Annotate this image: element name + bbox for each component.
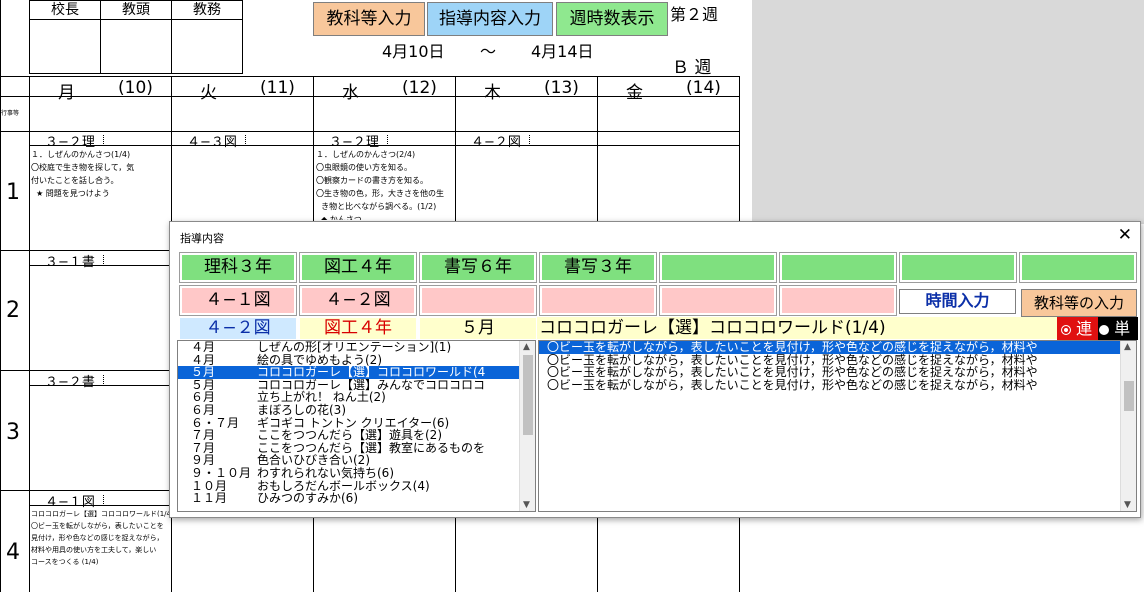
grid-line (0, 76, 740, 77)
subject-tab[interactable]: 書写３年 (539, 252, 657, 283)
day-name-wed: 水 (342, 83, 359, 103)
lesson-note: コロコロガーレ【選】コロコロワールド(1/4) 〇ビー玉を転がしながら，表したい… (31, 510, 174, 566)
list-item[interactable]: １１月 ひみつのすみか(6) (178, 492, 535, 505)
list-item[interactable]: ５月 コロコロガーレ【選】コロコロワールド(4 (178, 366, 535, 379)
range-start: 4月10日 (382, 42, 445, 61)
stamp-label: 校長 (30, 1, 100, 20)
class-tab[interactable] (419, 285, 537, 316)
day-name-mon: 月 (58, 83, 75, 103)
day-num-wed: (12) (402, 78, 437, 98)
scroll-thumb[interactable] (523, 355, 533, 435)
unit-list[interactable]: ４月 しぜんの形[オリエンテーション](1) ４月 絵の具でゆめもよう(2) ５月コ… (177, 340, 536, 512)
grid-line (29, 76, 30, 592)
time-input-button[interactable]: 時間入力 (899, 289, 1016, 314)
close-icon[interactable]: ✕ (1118, 225, 1132, 245)
class-tab[interactable] (659, 285, 777, 316)
period-number: 4 (6, 540, 20, 565)
content-item[interactable]: 〇ビー玉を転がしながら，表したいことを見付け，形や色などの感じを捉えながら，材料… (539, 354, 1121, 367)
class-cell[interactable]: ４−３図 (187, 131, 246, 150)
lesson-note: １．しぜんのかんさつ(2/4) 〇虫眼鏡の使い方を知る。 〇観察カードの書き方を… (316, 150, 444, 220)
lesson-note: １．しぜんのかんさつ(1/4) 〇校庭で生き物を探して，気 付いたことを話し合う… (31, 150, 135, 198)
subject-tab[interactable] (779, 252, 897, 283)
stamp-principal: 校長 (29, 0, 101, 74)
day-num-tue: (11) (260, 78, 295, 98)
period-number: 2 (6, 298, 20, 323)
week-label: 第２週 (670, 5, 719, 24)
subject-label: 図工４年 (300, 318, 416, 339)
class-cell[interactable]: ４−２図 (471, 131, 530, 150)
subject-entry-button[interactable]: 教科等の入力 (1021, 289, 1137, 317)
subject-tab[interactable]: 理科３年 (179, 252, 297, 283)
instruction-dialog: 指導内容 ✕ 理科３年 図工４年 書写６年 書写３年 ４−１図 ４−２図 時間入… (169, 221, 1141, 518)
content-scrollbar[interactable]: ▲ ▼ (1120, 341, 1136, 511)
period-number: 1 (6, 180, 20, 205)
list-item[interactable]: ７月 ここをつつんだら【選】遊具を(2) (178, 429, 535, 442)
list-scrollbar[interactable]: ▲ ▼ (519, 341, 535, 511)
subject-input-button[interactable]: 教科等入力 (313, 2, 425, 36)
radio-consecutive[interactable]: 連 (1057, 317, 1098, 340)
radio-dot-icon (1099, 324, 1109, 335)
scroll-thumb[interactable] (1124, 381, 1134, 411)
events-row-label: 行事等 (1, 110, 20, 117)
class-cell-label: ３−２書 (45, 375, 95, 390)
class-label: ４−２図 (180, 318, 296, 339)
range-end: 4月14日 (531, 42, 594, 61)
scroll-down-icon[interactable]: ▼ (523, 500, 530, 510)
content-item[interactable]: 〇ビー玉を転がしながら，表したいことを見付け，形や色などの感じを捉えながら，材料… (539, 341, 1121, 354)
subject-tab[interactable] (899, 252, 1017, 283)
class-tab[interactable] (539, 285, 657, 316)
list-item[interactable]: ６月 立ち上がれ！ ねん土(2) (178, 391, 535, 404)
class-cell-label: ４−２図 (471, 135, 521, 150)
stamp-academic-affairs: 教務 (171, 0, 243, 74)
list-item[interactable]: ９・１０月 わすれられない気持ち(6) (178, 467, 535, 480)
day-num-thu: (13) (544, 78, 579, 98)
subject-tab[interactable] (1019, 252, 1137, 283)
radio-single[interactable]: 単 (1099, 317, 1130, 340)
class-tab[interactable]: ４−２図 (299, 285, 417, 316)
list-item[interactable]: ６月 まぼろしの花(3) (178, 404, 535, 417)
scroll-up-icon[interactable]: ▲ (523, 342, 530, 352)
radio-consecutive-label: 連 (1076, 319, 1093, 338)
day-name-thu: 木 (484, 83, 501, 103)
class-cell-label: ３−１書 (45, 255, 95, 270)
period-number: 3 (6, 420, 20, 445)
mode-radio-group: 連 単 (1057, 317, 1138, 340)
day-num-mon: (10) (118, 78, 153, 98)
instruction-input-button[interactable]: 指導内容入力 (427, 2, 553, 36)
radio-single-label: 単 (1114, 319, 1131, 338)
day-name-fri: 金 (626, 83, 643, 103)
range-separator: 〜 (480, 42, 497, 61)
month-label: ５月 (420, 318, 536, 339)
list-item[interactable]: ４月 しぜんの形[オリエンテーション](1) (178, 341, 535, 354)
scroll-down-icon[interactable]: ▼ (1124, 500, 1131, 510)
grid-line (0, 0, 1, 592)
background-area (752, 0, 1144, 224)
class-tab[interactable] (779, 285, 897, 316)
subject-tab[interactable] (659, 252, 777, 283)
scroll-up-icon[interactable]: ▲ (1124, 342, 1131, 352)
class-cell[interactable]: ３−１書 (45, 251, 104, 270)
unit-title: コロコロガーレ【選】コロコロワールド(1/4) (537, 317, 1057, 339)
stamp-label: 教務 (172, 1, 242, 20)
content-item[interactable]: 〇ビー玉を転がしながら，表したいことを見付け，形や色などの感じを捉えながら，材料… (539, 379, 1121, 392)
weekly-hours-button[interactable]: 週時数表示 (556, 2, 668, 36)
stamp-vice-principal: 教頭 (100, 0, 172, 74)
b-week-label: Ｂ 週 (672, 58, 712, 78)
radio-dot-icon (1061, 324, 1071, 335)
subject-tab[interactable]: 書写６年 (419, 252, 537, 283)
class-cell[interactable]: ３−２書 (45, 371, 104, 390)
stamp-label: 教頭 (101, 1, 171, 20)
day-num-fri: (14) (686, 78, 721, 98)
dialog-title: 指導内容 (180, 232, 224, 245)
day-name-tue: 火 (200, 83, 217, 103)
content-list[interactable]: 〇ビー玉を転がしながら，表したいことを見付け，形や色などの感じを捉えながら，材料… (538, 340, 1137, 512)
class-cell-label: ４−３図 (187, 135, 237, 150)
class-tab[interactable]: ４−１図 (179, 285, 297, 316)
subject-tab[interactable]: 図工４年 (299, 252, 417, 283)
content-item[interactable]: 〇ビー玉を転がしながら，表したいことを見付け，形や色などの感じを捉えながら，材料… (539, 366, 1121, 379)
